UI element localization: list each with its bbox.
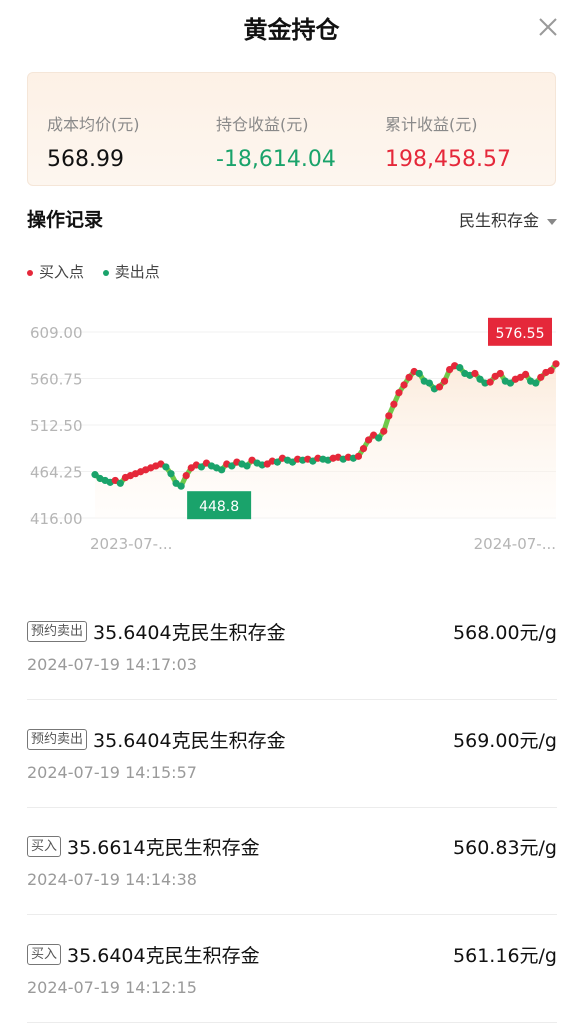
buy-point [552, 360, 560, 368]
sell-point [116, 479, 124, 487]
cost-average-value: 568.99 [47, 147, 124, 172]
summary-card: 成本均价(元) 568.99 持仓收益(元) -18,614.04 累计收益(元… [27, 72, 556, 186]
record-tag: 买入 [27, 836, 62, 857]
y-tick-label: 464.25 [30, 464, 83, 482]
legend-sell-label: 卖出点 [114, 263, 160, 281]
record-price: 569.00元/g [453, 730, 557, 752]
holding-profit-value: -18,614.04 [216, 147, 336, 172]
divider [27, 1022, 557, 1023]
caret-down-icon [547, 218, 557, 225]
buy-point [471, 369, 479, 378]
total-profit-value: 198,458.57 [385, 147, 511, 172]
divider [27, 914, 557, 915]
buy-point [359, 445, 368, 453]
price-area [95, 363, 556, 518]
legend-buy-label: 买入点 [39, 263, 85, 281]
record-price: 561.16元/g [453, 945, 557, 967]
min-label: 448.8 [199, 499, 239, 515]
header: 黄金持仓 [0, 0, 583, 58]
record-item[interactable]: 买入 35.6404克民生积存金 561.16元/g 2024-07-19 14:12… [27, 941, 557, 997]
chart-legend: 买入点 卖出点 [27, 261, 174, 282]
record-name: 35.6614克民生积存金 [67, 837, 260, 859]
buy-point [395, 389, 403, 397]
divider [27, 699, 557, 700]
product-selector-label: 民生积存金 [458, 211, 539, 230]
close-icon[interactable] [535, 14, 561, 40]
holding-profit-label: 持仓收益(元) [216, 115, 309, 134]
buy-point [390, 400, 398, 408]
sell-point [243, 462, 251, 470]
record-price: 568.00元/g [453, 622, 557, 644]
buy-point [380, 427, 388, 435]
sell-point [167, 470, 175, 478]
product-selector[interactable]: 民生积存金 [459, 207, 557, 231]
legend-sell: 卖出点 [102, 263, 160, 281]
record-price: 560.83元/g [453, 837, 557, 859]
buy-point [435, 383, 444, 391]
legend-buy: 买入点 [27, 263, 84, 281]
record-tag: 预约卖出 [27, 621, 88, 642]
buy-point [522, 370, 530, 379]
page-title: 黄金持仓 [243, 16, 340, 44]
record-item[interactable]: 预约卖出 35.6404克民生积存金 569.00元/g 2024-07-19 14:… [27, 726, 557, 782]
max-label: 576.55 [496, 326, 545, 342]
sell-point [162, 463, 170, 471]
buy-point [547, 366, 555, 375]
sell-point [532, 379, 540, 387]
section-title: 操作记录 [27, 209, 104, 231]
y-tick-label: 609.00 [30, 324, 83, 342]
buy-point [354, 452, 363, 460]
record-item[interactable]: 买入 35.6614克民生积存金 560.83元/g 2024-07-19 14:14… [27, 833, 557, 889]
record-time: 2024-07-19 14:14:38 [27, 870, 197, 889]
x-tick-label: 2024-07-... [474, 535, 556, 553]
y-tick-label: 560.75 [30, 371, 83, 389]
record-name: 35.6404克民生积存金 [93, 622, 286, 644]
record-name: 35.6404克民生积存金 [67, 945, 260, 967]
total-profit-label: 累计收益(元) [385, 115, 478, 134]
sell-point [415, 369, 423, 378]
record-time: 2024-07-19 14:17:03 [27, 655, 197, 674]
sell-dot-icon [102, 269, 109, 276]
cost-average: 成本均价(元) 568.99 [47, 111, 140, 172]
cost-average-label: 成本均价(元) [47, 115, 140, 134]
buy-point [440, 377, 449, 385]
record-tag: 预约卖出 [27, 729, 88, 750]
holding-profit: 持仓收益(元) -18,614.04 [216, 111, 336, 172]
y-tick-label: 416.00 [30, 510, 83, 528]
sell-point [425, 379, 433, 387]
record-tag: 买入 [27, 944, 62, 965]
buy-point [405, 373, 413, 381]
price-chart[interactable]: 609.00 560.75 512.50 464.25 416.00 2023-07-..… [0, 300, 583, 560]
record-item[interactable]: 预约卖出 35.6404克民生积存金 568.00元/g 2024-07-19 14:… [27, 618, 557, 674]
buy-dot-icon [27, 269, 33, 276]
sell-point [375, 434, 383, 442]
x-tick-label: 2023-07-... [90, 535, 172, 553]
buy-point [496, 369, 504, 378]
y-tick-label: 512.50 [30, 417, 83, 435]
total-profit: 累计收益(元) 198,458.57 [385, 111, 511, 172]
sell-point [218, 466, 226, 474]
sell-point [456, 364, 464, 372]
buy-point [385, 412, 393, 420]
record-time: 2024-07-19 14:12:15 [27, 978, 197, 997]
sell-point [177, 482, 185, 490]
buy-point [182, 471, 190, 480]
buy-point [400, 381, 408, 389]
divider [27, 807, 557, 808]
record-name: 35.6404克民生积存金 [93, 730, 286, 752]
buy-point [486, 378, 494, 386]
record-time: 2024-07-19 14:15:57 [27, 763, 197, 782]
